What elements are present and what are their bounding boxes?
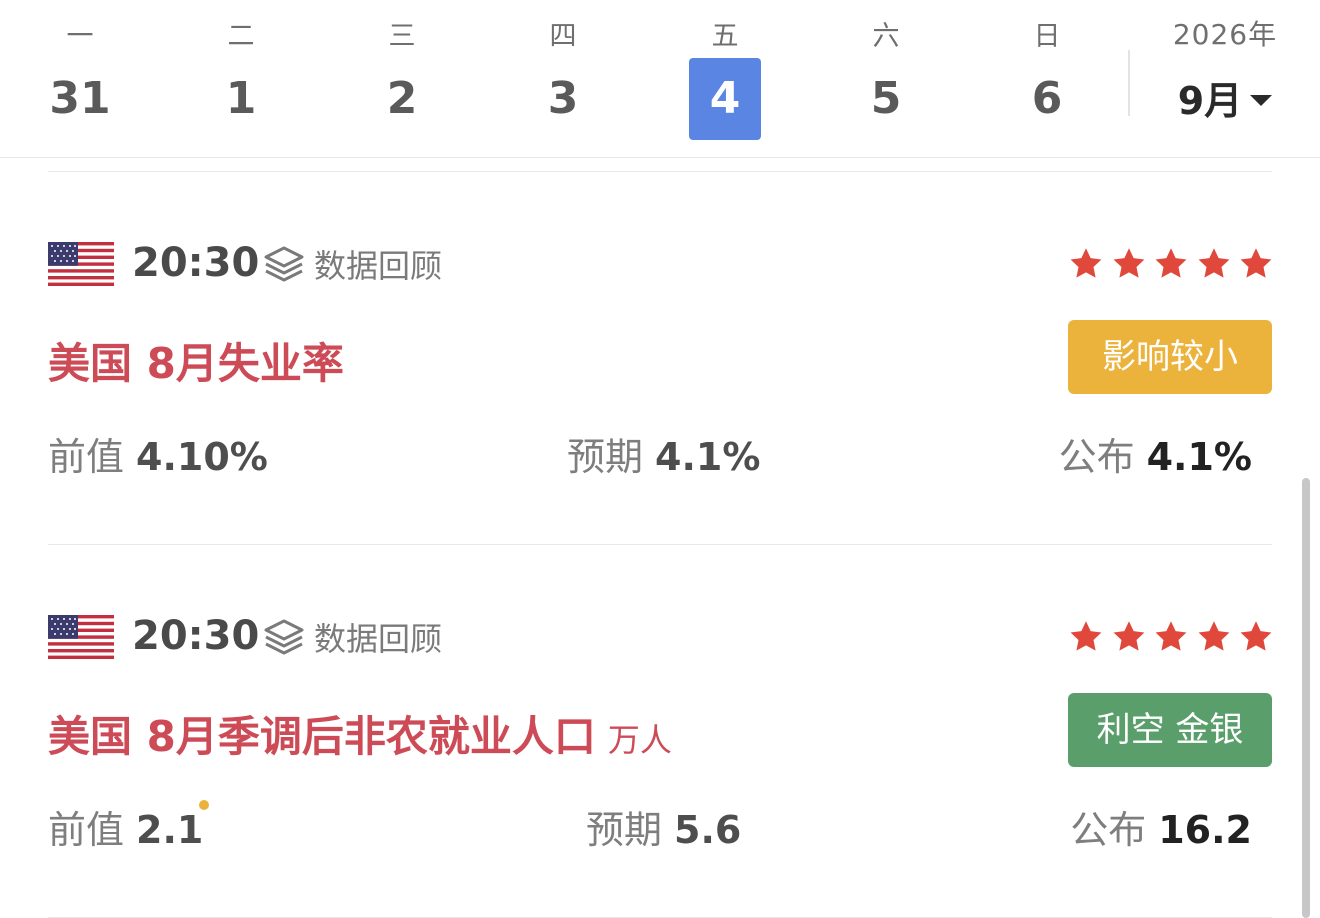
year-label: 2026年 [1172,18,1278,51]
importance-stars [1068,246,1281,284]
previous-value: 前值 2.1 [48,799,203,854]
previous-number: 4.10% [136,435,268,479]
data-review-link[interactable]: 数据回顾 [262,242,442,286]
week-strip: 一 31 二 1 三 2 四 3 五 4 六 5 日 6 2026年 9月 [0,0,1320,158]
previous-label: 前值 [48,435,125,479]
event-title[interactable]: 美国 8月失业率 [48,330,344,391]
data-review-link[interactable]: 数据回顾 [262,615,442,659]
impact-badge: 利空 金银 [1068,693,1272,767]
importance-stars [1068,619,1281,657]
event-unit: 万人 [607,721,672,759]
weekday-label: 二 [227,21,255,52]
caret-down-icon [1250,95,1273,106]
day-sunday[interactable]: 日 6 [1002,0,1092,157]
day-wednesday[interactable]: 三 2 [357,0,447,157]
forecast-number: 5.6 [674,808,742,852]
event-time: 20:30 [132,240,260,286]
forecast-number: 4.1% [655,435,761,479]
star-icon [1070,248,1102,278]
actual-value: 公布 4.1% [1059,426,1252,481]
scrollbar[interactable] [1302,478,1310,918]
event-title-text: 美国 8月失业率 [48,339,344,388]
date-number[interactable]: 4 [689,58,761,140]
star-icon [1155,621,1187,651]
previous-value: 前值 4.10% [48,426,268,481]
date-number[interactable]: 5 [850,58,922,140]
day-thursday[interactable]: 四 3 [518,0,608,157]
previous-number: 2.1 [136,808,204,852]
weekday-label: 日 [1033,21,1061,52]
weekday-label: 一 [66,21,94,52]
star-icon [1070,621,1102,651]
actual-label: 公布 [1058,435,1135,479]
weekday-label: 四 [549,21,577,52]
star-icon [1113,621,1144,651]
event-title[interactable]: 美国 8月季调后非农就业人口 万人 [48,703,672,764]
event-card[interactable]: 20:30 数据回顾 美国 8月季调后非农就业人口 万人 利空 金银 前值 2.1 … [0,545,1300,917]
weekday-label: 五 [711,21,739,52]
actual-number: 16.2 [1158,808,1252,852]
forecast-label: 预期 [567,435,644,479]
month-picker[interactable]: 9月 [1150,70,1300,125]
star-icon [1155,248,1187,278]
layers-icon [264,246,304,282]
date-number[interactable]: 31 [44,58,116,140]
day-saturday[interactable]: 六 5 [841,0,931,157]
actual-number: 4.1% [1146,435,1252,479]
date-number[interactable]: 3 [527,58,599,140]
star-icon [1240,621,1272,651]
event-time: 20:30 [132,613,260,659]
us-flag-icon [48,242,114,286]
date-number[interactable]: 6 [1011,58,1083,140]
impact-badge: 影响较小 [1068,320,1272,394]
divider [1128,50,1130,116]
star-icon [1198,621,1229,651]
previous-label: 前值 [48,808,125,852]
forecast-label: 预期 [586,808,663,852]
day-monday[interactable]: 一 31 [35,0,125,157]
revised-indicator-dot [199,800,209,810]
date-number[interactable]: 2 [366,58,438,140]
event-title-text: 美国 8月季调后非农就业人口 [48,712,596,761]
day-friday-selected[interactable]: 五 4 [680,0,770,157]
us-flag-icon [48,615,114,659]
star-icon [1198,248,1229,278]
date-number[interactable]: 1 [205,58,277,140]
weekday-label: 三 [388,21,416,52]
forecast-value: 预期 4.1% [567,426,760,481]
forecast-value: 预期 5.6 [586,799,741,854]
actual-value: 公布 16.2 [1070,799,1252,854]
review-label: 数据回顾 [314,620,443,658]
month-label: 9月 [1177,79,1243,123]
event-card[interactable]: 20:30 数据回顾 美国 8月失业率 影响较小 前值 4.10% 预期 4.1% … [0,172,1300,544]
review-label: 数据回顾 [314,247,443,285]
layers-icon [264,619,304,655]
weekday-label: 六 [872,21,900,52]
actual-label: 公布 [1070,808,1147,852]
day-tuesday[interactable]: 二 1 [196,0,286,157]
star-icon [1240,248,1272,278]
star-icon [1113,248,1144,278]
